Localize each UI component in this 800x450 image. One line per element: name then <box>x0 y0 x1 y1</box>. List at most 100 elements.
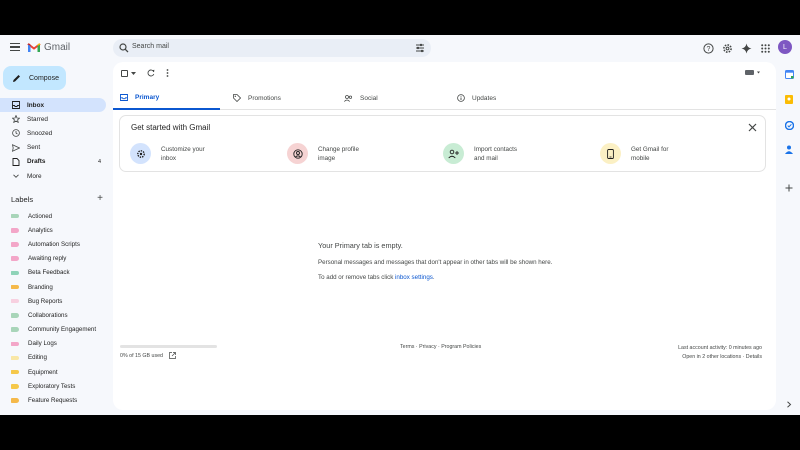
clock-icon <box>11 129 20 138</box>
tasks-icon[interactable] <box>784 120 794 130</box>
help-icon[interactable]: ? <box>701 41 715 55</box>
label-item[interactable]: Exploratory Tests <box>0 379 106 393</box>
tag-icon <box>233 94 241 102</box>
label-item[interactable]: Equipment <box>0 365 106 379</box>
person-add-icon <box>443 143 464 164</box>
gemini-sparkle-icon[interactable] <box>739 41 753 55</box>
sidebar-item-snoozed[interactable]: Snoozed <box>0 126 106 140</box>
side-panel-rail <box>780 35 800 415</box>
label-name: Branding <box>28 283 53 291</box>
svg-text:?: ? <box>706 46 710 53</box>
label-item[interactable]: Feature Requests <box>0 393 106 407</box>
label-tag-icon <box>11 256 19 261</box>
close-icon[interactable] <box>748 123 757 132</box>
change-profile-label: Change profile image <box>318 145 378 163</box>
search-bar[interactable]: Search mail <box>113 39 431 57</box>
sidebar-item-starred[interactable]: Starred <box>0 112 106 126</box>
sidebar-item-drafts[interactable]: Drafts 4 <box>0 155 106 169</box>
customize-inbox-label: Customize your inbox <box>161 145 221 163</box>
tab-label: Primary <box>135 93 160 101</box>
app-name: Gmail <box>44 42 71 53</box>
storage-bar <box>120 345 217 348</box>
select-dropdown-icon[interactable] <box>131 72 136 76</box>
other-locations-link[interactable]: Open in 2 other locations · Details <box>678 353 762 362</box>
import-contacts-item[interactable]: Import contacts and mail <box>443 143 534 164</box>
change-profile-image-item[interactable]: Change profile image <box>287 143 378 164</box>
sidebar-item-label: Starred <box>27 115 48 123</box>
label-name: Actioned <box>28 212 53 220</box>
get-gmail-mobile-item[interactable]: Get Gmail for mobile <box>600 143 691 164</box>
mail-toolbar <box>113 62 776 84</box>
label-tag-icon <box>11 242 19 247</box>
add-label-icon[interactable]: + <box>97 193 103 204</box>
top-bar: Gmail Search mail ? L <box>0 35 800 61</box>
select-all-checkbox[interactable] <box>121 70 128 77</box>
sidebar-item-sent[interactable]: Sent <box>0 141 106 155</box>
label-item[interactable]: Collaborations <box>0 308 106 322</box>
inbox-settings-link[interactable]: inbox settings <box>395 274 433 281</box>
tab-social[interactable]: Social <box>337 86 378 110</box>
item-line1: Get Gmail for <box>631 145 669 153</box>
calendar-icon[interactable] <box>784 69 794 79</box>
info-icon <box>457 94 465 102</box>
label-item[interactable]: Bug Reports <box>0 294 106 308</box>
more-options-icon[interactable] <box>166 69 169 77</box>
gmail-logo[interactable]: Gmail <box>27 42 70 53</box>
sidebar-item-more[interactable]: More <box>0 169 106 183</box>
contacts-icon[interactable] <box>784 144 794 154</box>
labels-header: Labels + <box>11 193 103 204</box>
main-menu-icon[interactable] <box>10 43 20 51</box>
search-options-icon[interactable] <box>415 43 425 53</box>
storage-text: 0% of 15 GB used <box>120 352 163 359</box>
tab-label: Promotions <box>248 94 281 102</box>
tab-promotions[interactable]: Promotions <box>226 86 281 110</box>
label-item[interactable]: Branding <box>0 280 106 294</box>
show-side-panel-chevron-icon[interactable] <box>784 399 794 409</box>
send-icon <box>11 143 20 152</box>
phone-icon <box>600 143 621 164</box>
labels-title: Labels <box>11 195 34 204</box>
item-line2: inbox <box>161 154 177 162</box>
gear-icon <box>130 143 151 164</box>
label-tag-icon <box>11 341 19 347</box>
refresh-icon[interactable] <box>147 69 155 77</box>
sidebar-item-inbox[interactable]: Inbox <box>0 98 106 113</box>
item-line2: mobile <box>631 154 650 162</box>
label-item[interactable]: Analytics <box>0 223 106 237</box>
account-activity: Last account activity: 0 minutes ago Ope… <box>678 344 762 361</box>
apps-grid-icon[interactable] <box>758 41 772 55</box>
label-item[interactable]: Community Engagement <box>0 323 106 337</box>
label-tag-icon <box>11 213 19 219</box>
tab-primary[interactable]: Primary <box>113 86 220 110</box>
sidebar-nav: Inbox Starred Snoozed Sent Drafts 4 More <box>0 98 106 183</box>
open-external-icon[interactable] <box>169 352 176 359</box>
tab-updates[interactable]: Updates <box>450 86 496 110</box>
tab-label: Social <box>360 94 378 102</box>
item-line1: Import contacts <box>474 145 518 153</box>
label-item[interactable]: Actioned <box>0 209 106 223</box>
sidebar-item-label: Drafts <box>27 158 46 166</box>
search-icon[interactable] <box>119 43 129 53</box>
sidebar-item-label: More <box>27 172 42 180</box>
label-item[interactable]: Daily Logs <box>0 337 106 351</box>
label-item[interactable]: Automation Scripts <box>0 237 106 251</box>
import-contacts-label: Import contacts and mail <box>474 145 534 163</box>
get-addons-plus-icon[interactable] <box>784 183 794 193</box>
label-item[interactable]: Beta Feedback <box>0 266 106 280</box>
label-tag-icon <box>11 228 19 233</box>
inbox-icon <box>11 101 20 110</box>
tab-label: Updates <box>472 94 497 102</box>
compose-button[interactable]: Compose <box>3 66 66 90</box>
settings-gear-icon[interactable] <box>720 41 734 55</box>
input-tools-icon[interactable] <box>745 70 761 76</box>
labels-list: Actioned Analytics Automation Scripts Await… <box>0 209 106 408</box>
footer-links[interactable]: Terms · Privacy · Program Policies <box>400 344 481 350</box>
search-input[interactable]: Search mail <box>132 43 169 50</box>
label-name: Awaiting reply <box>28 255 67 263</box>
label-item[interactable]: Editing <box>0 351 106 365</box>
label-item[interactable]: Awaiting reply <box>0 252 106 266</box>
label-tag-icon <box>11 369 19 375</box>
keep-icon[interactable] <box>784 94 794 104</box>
category-tabs: Primary Promotions Social Updates <box>113 86 776 110</box>
customize-inbox-item[interactable]: Customize your inbox <box>130 143 221 164</box>
